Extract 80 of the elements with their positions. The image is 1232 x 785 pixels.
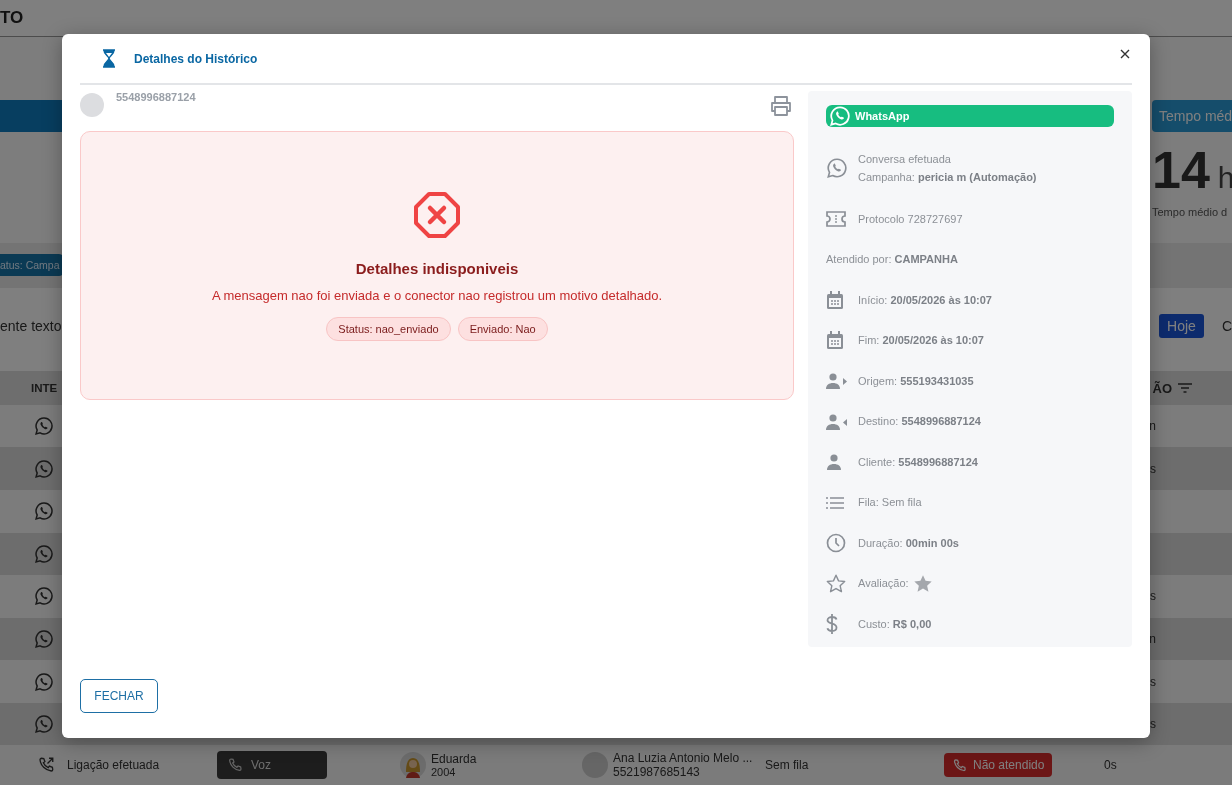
- person-arrow-icon: [826, 413, 848, 430]
- filter-icon[interactable]: [1178, 383, 1192, 394]
- client-name: Ana Luzia Antonio Melo ...: [613, 751, 753, 766]
- detail-text: Atendido por: CAMPANHA: [826, 252, 958, 268]
- detail-text: Campanha: pericia m (Automação): [858, 169, 1037, 185]
- avatar: [582, 752, 608, 779]
- detail-text: Protocolo 728727697: [858, 211, 963, 227]
- period-option[interactable]: C: [1221, 317, 1232, 334]
- stat-caption: Tempo médio d: [1152, 205, 1229, 218]
- detail-text: Fila: Sem fila: [858, 495, 922, 511]
- detail-text: Avaliação:: [858, 576, 909, 592]
- whatsapp-icon: [34, 458, 54, 479]
- filter-chip[interactable]: atus: Campa: [0, 254, 63, 277]
- detail-text: Fim: 20/05/2026 às 10:07: [858, 333, 984, 349]
- whatsapp-icon: [34, 714, 54, 735]
- agent-name: Eduarda: [431, 752, 477, 767]
- detail-text: Cliente: 5548996887124: [858, 454, 978, 470]
- clock-icon: [826, 533, 846, 554]
- phone-outgoing-icon: [37, 756, 55, 775]
- table-cell: n: [1149, 419, 1156, 434]
- person-icon: [826, 454, 842, 471]
- star-icon: [826, 574, 846, 594]
- close-icon[interactable]: [1120, 48, 1130, 59]
- client-phone: 5521987685143: [613, 765, 701, 780]
- person-arrow-icon: [826, 373, 848, 390]
- error-message: A mensagem nao foi enviada e o conector nao registrou um motivo detalhado.: [211, 288, 663, 303]
- detail-text: Custo: R$ 0,00: [858, 616, 932, 632]
- whatsapp-icon: [34, 543, 54, 564]
- table-cell-text: 0s: [1104, 758, 1118, 773]
- table-cell: s: [1150, 589, 1156, 604]
- dialog-title: Detalhes do Histórico: [134, 51, 258, 66]
- calendar-icon: [826, 290, 844, 310]
- error-icon: [414, 192, 460, 238]
- stat-unit: h: [1217, 160, 1232, 195]
- channel-chip: Voz: [217, 751, 327, 780]
- table-cell: s: [1150, 717, 1156, 732]
- whatsapp-icon: [34, 629, 54, 649]
- column-header: INTE: [31, 382, 58, 395]
- search-text: ente texto: [0, 317, 62, 334]
- whatsapp-icon: [829, 105, 851, 127]
- status-tag: Status: nao_enviado: [326, 317, 451, 341]
- whatsapp-icon: [34, 501, 54, 522]
- nav-bar: [0, 99, 62, 132]
- stat-value: 14: [1152, 141, 1210, 198]
- whatsapp-icon: [34, 671, 54, 692]
- table-cell-text: Sem fila: [765, 758, 810, 773]
- table-cell: s: [1150, 461, 1156, 476]
- list-icon: [826, 496, 844, 509]
- agent-extension: 2004: [431, 766, 457, 779]
- brand-title: TO: [0, 7, 24, 28]
- whatsapp-icon: [34, 416, 54, 437]
- error-title: Detalhes indisponiveis: [355, 260, 519, 277]
- whatsapp-icon: [826, 157, 848, 179]
- table-cell-text: Ligação efetuada: [67, 758, 161, 773]
- channel-button[interactable]: WhatsApp: [826, 105, 1114, 127]
- calendar-icon: [826, 331, 844, 351]
- close-button[interactable]: FECHAR: [80, 679, 158, 713]
- print-icon[interactable]: [770, 96, 792, 116]
- table-cell: n: [1149, 632, 1156, 646]
- detail-text: Início: 20/05/2026 às 10:07: [858, 292, 992, 308]
- table-cell: s: [1150, 674, 1156, 689]
- avatar: [400, 752, 426, 779]
- phone-icon: [227, 757, 243, 774]
- detail-text: Destino: 5548996887124: [858, 414, 981, 430]
- stat-button[interactable]: Tempo méd: [1152, 99, 1232, 132]
- status-tag: Enviado: Nao: [457, 317, 548, 341]
- status-chip: Não atendido: [944, 753, 1053, 778]
- whatsapp-icon: [34, 586, 54, 607]
- dollar-icon: [826, 614, 838, 635]
- column-header: ÃO: [1152, 380, 1172, 396]
- hourglass-icon: [102, 49, 116, 68]
- phone-icon: [952, 757, 967, 773]
- rating-star-icon: [912, 574, 933, 594]
- contact-number: 5548996887124: [116, 91, 196, 103]
- detail-text: Conversa efetuada: [858, 151, 952, 167]
- avatar: [80, 93, 104, 117]
- ticket-icon: [826, 211, 846, 228]
- detail-text: Duração: 00min 00s: [858, 535, 959, 551]
- today-button[interactable]: Hoje: [1159, 313, 1204, 338]
- detail-text: Origem: 555193431035: [858, 373, 974, 389]
